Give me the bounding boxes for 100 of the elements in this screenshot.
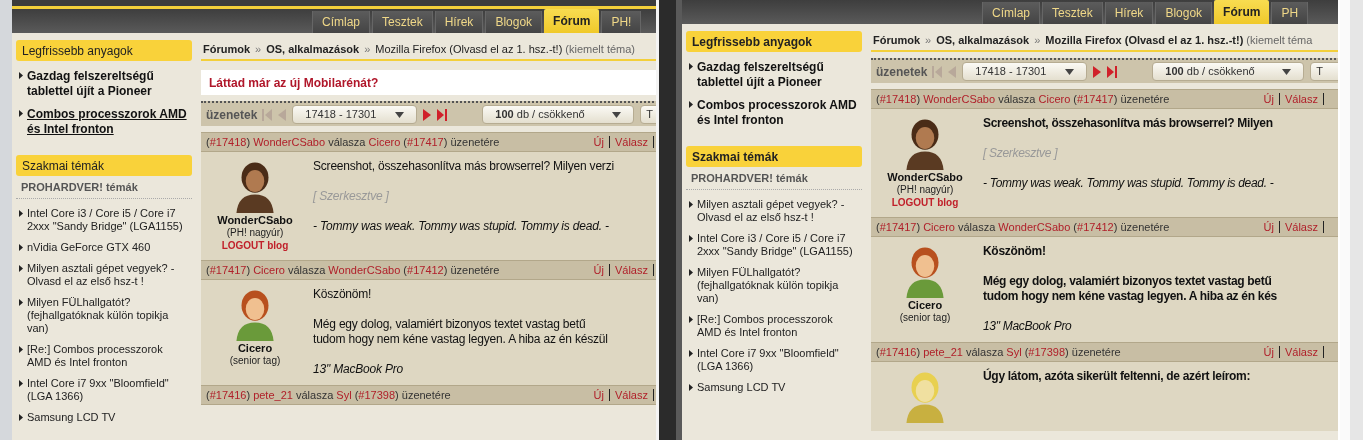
post-link[interactable]: Cicero [368,135,401,148]
post-link[interactable]: #17417 [1077,92,1114,105]
bullet-icon [689,383,693,391]
post-action-link[interactable]: Új [588,264,610,276]
post-header-text: (#17418) WonderCSabo válasza Cicero (#17417) üzenetére [206,134,500,150]
sidebar-link[interactable]: nVidia GeForce GTX 460 [27,240,151,254]
caret-icon [612,111,622,118]
nav-tab[interactable]: Fórum [544,9,600,33]
post-link[interactable]: #17416 [879,345,917,358]
filter-select[interactable]: T [1310,62,1338,81]
bullet-icon [19,110,23,117]
post-action-link[interactable]: Új [588,389,610,401]
range-select[interactable]: 17418 - 17301 [292,105,418,124]
breadcrumb-link[interactable]: Fórumok [203,41,251,58]
post-link[interactable]: WonderCSabo [998,220,1071,233]
post-action-link[interactable]: Válasz [1279,221,1324,233]
next-page-icon[interactable] [422,108,433,121]
post-link[interactable]: #17417 [879,220,917,233]
username[interactable]: Cicero [237,341,273,355]
sidebar-link[interactable]: Intel Core i7 9xx "Bloomfield" (LGA 1366) [697,346,859,373]
sidebar-link[interactable]: [Re:] Combos processzorok AMD és Intel fronton [27,342,189,369]
post-link[interactable]: pete_21 [923,345,963,358]
post-action-link[interactable]: Új [1258,93,1280,105]
last-page-icon[interactable] [1107,65,1118,78]
post-text: Még egy dolog, valamiért bizonyos textet vastag betű [983,274,1273,289]
promo-banner[interactable]: Láttad már az új Mobilarénát? [201,70,656,95]
sidebar-link[interactable]: Intel Core i3 / Core i5 / Core i7 2xxx "Sandy Bridge" (LGA1155) [697,231,859,258]
bullet-icon [689,234,693,242]
nav-tab[interactable]: Címlap [982,2,1040,24]
post-action-link[interactable]: Válasz [1279,346,1324,358]
sidebar-link[interactable]: Intel Core i7 9xx "Bloomfield" (LGA 1366) [27,376,189,403]
breadcrumb-link[interactable]: OS, alkalmazások [266,41,360,58]
edited-note: [ Szerkesztve ] [983,146,1059,161]
post-link[interactable]: WonderCSabo [253,135,326,148]
post-link[interactable]: pete_21 [253,388,293,401]
nav-tab[interactable]: Hírek [1104,2,1154,24]
post-action-link[interactable]: Válasz [1279,93,1324,105]
post-action-link[interactable]: Válasz [609,389,654,401]
sidebar-link[interactable]: Samsung LCD TV [697,380,786,394]
nav-tab[interactable]: Címlap [312,11,370,33]
post-link[interactable]: Cicero [1038,92,1071,105]
sidebar-link[interactable]: Milyen asztali gépet vegyek? - Olvasd el az első hsz-t ! [697,197,859,224]
nav-tab[interactable]: Tesztek [1042,2,1103,24]
sidebar-link[interactable]: [Re:] Combos processzorok AMD és Intel fronton [697,312,859,339]
sidebar-link[interactable]: Combos processzorok AMD és Intel fronton [27,107,189,137]
post-link[interactable]: Cicero [253,263,285,276]
nav-tab[interactable]: PH [1271,2,1309,24]
post-signature: - Tommy was weak. Tommy was stupid. Tommy is dead. - [313,219,610,234]
breadcrumb-link[interactable]: Fórumok [873,32,921,49]
nav-tab[interactable]: Tesztek [372,11,433,33]
last-page-icon[interactable] [437,108,448,121]
sidebar-link[interactable]: Gazdag felszereltségű tablettel újít a Pioneer [27,69,189,99]
post-link[interactable]: #17418 [209,135,247,148]
nav-tab[interactable]: PH! [601,11,642,33]
post-action-link[interactable]: Válasz [609,264,654,276]
blog-link[interactable]: LOGOUT blog [221,239,289,252]
nav-tab[interactable]: Hírek [434,11,484,33]
nav-tab[interactable]: Fórum [1214,0,1270,24]
sidebar-link[interactable]: Combos processzorok AMD és Intel fronton [697,98,859,128]
blog-link[interactable]: LOGOUT blog [891,196,959,209]
sidebar-link[interactable]: Gazdag felszereltségű tablettel újít a Pioneer [697,60,859,90]
post-link[interactable]: #17417 [407,135,444,148]
sidebar-link[interactable]: Milyen FÜLhallgatót? (fejhallgatóknak külön topikja van) [697,265,859,305]
sidebar-subheading: PROHARDVER! témák [686,170,862,190]
post-link[interactable]: #17412 [407,263,444,276]
breadcrumb-separator: » [255,42,262,58]
post-link[interactable]: Syl [1006,345,1022,358]
post-action-link[interactable]: Válasz [609,136,654,148]
sidebar-link[interactable]: Intel Core i3 / Core i5 / Core i7 2xxx "Sandy Bridge" (LGA1155) [27,206,189,233]
username[interactable]: Cicero [907,298,943,312]
filter-select[interactable]: T [640,105,656,124]
next-page-icon[interactable] [1092,65,1103,78]
post-action-link[interactable]: Új [1258,346,1280,358]
sidebar-heading: Legfrissebb anyagok [16,40,192,61]
order-select[interactable]: 100 db / csökkenő [482,105,635,124]
sidebar-link[interactable]: Milyen FÜLhallgatót? (fejhallgatóknak külön topikja van) [27,295,189,335]
post-link[interactable]: WonderCSabo [328,263,401,276]
bullet-icon [689,63,693,70]
post-link[interactable]: #17418 [879,92,917,105]
nav-tab[interactable]: Blogok [485,11,543,33]
bullet-icon [19,209,23,217]
username[interactable]: WonderCSabo [217,213,293,227]
breadcrumb-link[interactable]: OS, alkalmazások [936,32,1030,49]
post-link[interactable]: #17417 [209,263,247,276]
range-select[interactable]: 17418 - 17301 [962,62,1088,81]
order-select[interactable]: 100 db / csökkenő [1152,62,1305,81]
post-link[interactable]: WonderCSabo [923,92,996,105]
username[interactable]: WonderCSabo [887,170,963,184]
sidebar-link[interactable]: Milyen asztali gépet vegyek? - Olvasd el az első hsz-t ! [27,261,189,288]
post-action-link[interactable]: Új [1258,221,1280,233]
post-action-link[interactable]: Új [588,136,610,148]
caret-icon [395,111,405,118]
bullet-icon [689,268,693,276]
sidebar-link[interactable]: Samsung LCD TV [27,410,116,424]
breadcrumb-separator: » [364,42,371,58]
nav-tab[interactable]: Blogok [1155,2,1213,24]
post-link[interactable]: #17412 [1077,220,1114,233]
post-link[interactable]: Cicero [923,220,955,233]
post-link[interactable]: #17416 [209,388,247,401]
post-link[interactable]: Syl [336,388,352,401]
